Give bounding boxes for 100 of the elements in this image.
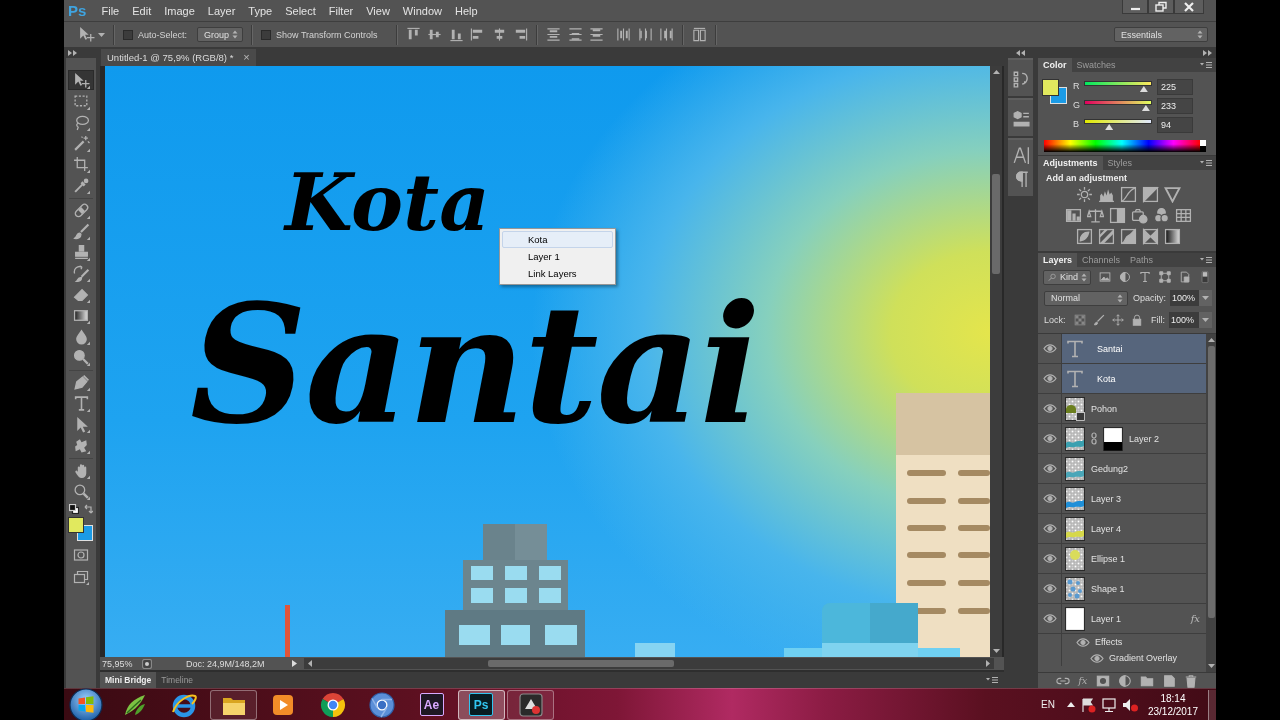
color-slider[interactable]	[1084, 117, 1152, 130]
exposure-icon[interactable]	[1142, 186, 1159, 203]
close-icon[interactable]	[1183, 0, 1195, 13]
distribute-icon[interactable]	[589, 27, 605, 42]
default-colors-icon[interactable]	[69, 504, 79, 514]
lock-icon[interactable]	[1130, 314, 1143, 326]
round-app-icon[interactable]	[368, 690, 396, 719]
clock-date[interactable]: 23/12/2017	[1147, 704, 1198, 718]
scroll-down-icon[interactable]	[992, 649, 1000, 654]
screen-mode-icon[interactable]	[73, 569, 89, 585]
menu-item[interactable]: Link Layers	[502, 265, 613, 282]
checkbox[interactable]	[261, 29, 272, 40]
show-desktop-button[interactable]	[1208, 689, 1216, 720]
image-icon[interactable]	[1099, 271, 1111, 283]
menu-item[interactable]: Type	[241, 4, 279, 17]
opacity-slider-button[interactable]	[1199, 290, 1212, 306]
layer-row[interactable]: Layer 1 fx	[1062, 604, 1206, 633]
status-icon[interactable]	[142, 658, 152, 669]
menu-item[interactable]: View	[359, 4, 397, 17]
curve-icon[interactable]	[1120, 186, 1137, 203]
scrollbar-thumb[interactable]	[1207, 346, 1215, 618]
caret-up-icon[interactable]	[1066, 702, 1075, 707]
eye-icon[interactable]	[1042, 374, 1057, 383]
menu-item[interactable]: Image	[157, 4, 202, 17]
caret-down-icon[interactable]	[1202, 296, 1210, 300]
panel-tab[interactable]: Color	[1038, 58, 1072, 72]
mask-icon[interactable]	[1095, 673, 1110, 688]
menu-item[interactable]: Layer 1	[502, 248, 613, 265]
scroll-down-icon[interactable]	[1207, 664, 1215, 669]
layer-row[interactable]: Layer 3	[1062, 484, 1206, 513]
half-circle-icon[interactable]	[1119, 271, 1131, 283]
half-filled-square-icon[interactable]	[1109, 207, 1126, 224]
slider-thumb[interactable]	[1141, 105, 1150, 111]
scroll-up-icon[interactable]	[1207, 337, 1215, 342]
menu-item[interactable]: File	[95, 4, 126, 17]
invert-icon[interactable]	[1076, 228, 1093, 245]
horizontal-scrollbar[interactable]	[304, 658, 994, 669]
eye-icon[interactable]	[1042, 584, 1057, 593]
eye-icon[interactable]	[1042, 464, 1057, 473]
minimize-button[interactable]	[1122, 0, 1148, 14]
menu-item[interactable]: Kota	[502, 231, 613, 248]
circles-icon[interactable]	[1153, 207, 1170, 224]
caret-down-icon[interactable]	[1202, 318, 1209, 322]
foreground-swatch-icon[interactable]	[68, 517, 84, 533]
distribute-icon[interactable]	[637, 27, 653, 42]
eye-icon[interactable]	[1090, 653, 1104, 663]
taskbar-button[interactable]: Ps	[457, 689, 505, 720]
auto-align-icon[interactable]	[692, 27, 708, 42]
menu-item[interactable]: Edit	[125, 4, 158, 17]
caret-right-icon[interactable]	[292, 660, 297, 667]
restore-icon[interactable]	[1155, 1, 1167, 12]
eye-icon[interactable]	[1042, 494, 1057, 503]
camera-icon[interactable]	[1131, 207, 1148, 224]
eye-icon[interactable]	[1042, 614, 1057, 623]
tool-preset-button[interactable]	[78, 26, 105, 43]
filter-kind-dropdown[interactable]: Kind	[1043, 269, 1091, 285]
updown-caret-icon[interactable]	[1081, 272, 1087, 282]
vertical-scrollbar[interactable]	[1206, 334, 1216, 672]
caret-down-icon[interactable]	[98, 32, 105, 37]
updown-caret-icon[interactable]	[232, 30, 239, 39]
type-icon[interactable]	[1139, 271, 1151, 283]
layer-row[interactable]: Ellipse 1	[1062, 544, 1206, 573]
align-icon[interactable]	[513, 27, 529, 42]
menu-item[interactable]: Window	[396, 4, 449, 17]
panel-tab[interactable]: Mini Bridge	[100, 672, 157, 688]
vertical-scrollbar[interactable]	[990, 66, 1002, 657]
crossed-square-icon[interactable]	[1142, 228, 1159, 245]
collapse-arrows-icon[interactable]	[1015, 50, 1025, 56]
scroll-right-icon[interactable]	[986, 660, 990, 667]
scroll-up-icon[interactable]	[992, 69, 1000, 74]
slider-thumb[interactable]	[1105, 124, 1114, 130]
workspace-dropdown[interactable]: Essentials	[1114, 27, 1208, 42]
language-indicator[interactable]: EN	[1041, 699, 1055, 710]
foreground-swatch-icon[interactable]	[1042, 79, 1059, 96]
panel-tab[interactable]: Channels	[1077, 253, 1126, 267]
taskbar-button[interactable]: Ae	[408, 689, 455, 720]
menu-item[interactable]: Select	[278, 4, 323, 17]
layer-row[interactable]: Pohon	[1062, 394, 1206, 423]
shape-icon[interactable]	[1159, 271, 1171, 283]
updown-caret-icon[interactable]	[1197, 30, 1203, 39]
distribute-icon[interactable]	[659, 27, 675, 42]
panel-menu-icon[interactable]	[986, 676, 998, 684]
swap-arrows-icon[interactable]	[83, 504, 93, 514]
restore-button[interactable]	[1148, 0, 1174, 14]
fill-slider-button[interactable]	[1199, 312, 1212, 328]
eye-icon[interactable]	[1042, 344, 1057, 353]
align-icon[interactable]	[405, 27, 421, 42]
scroll-left-icon[interactable]	[308, 660, 312, 667]
panel-tab[interactable]: Swatches	[1071, 58, 1121, 72]
layer-row[interactable]: Kota	[1062, 364, 1206, 393]
align-icon[interactable]	[427, 27, 443, 42]
threshold-icon[interactable]	[1120, 228, 1137, 245]
move-arrows-icon[interactable]	[1111, 314, 1124, 326]
taskbar-button[interactable]	[210, 689, 257, 720]
panel-menu-icon[interactable]	[1200, 159, 1212, 167]
panel-tab[interactable]: Adjustments	[1038, 156, 1103, 170]
eye-icon[interactable]	[1042, 554, 1057, 563]
network-icon[interactable]	[1100, 696, 1117, 713]
color-spectrum[interactable]	[1044, 140, 1206, 152]
eye-icon[interactable]	[1042, 434, 1057, 443]
